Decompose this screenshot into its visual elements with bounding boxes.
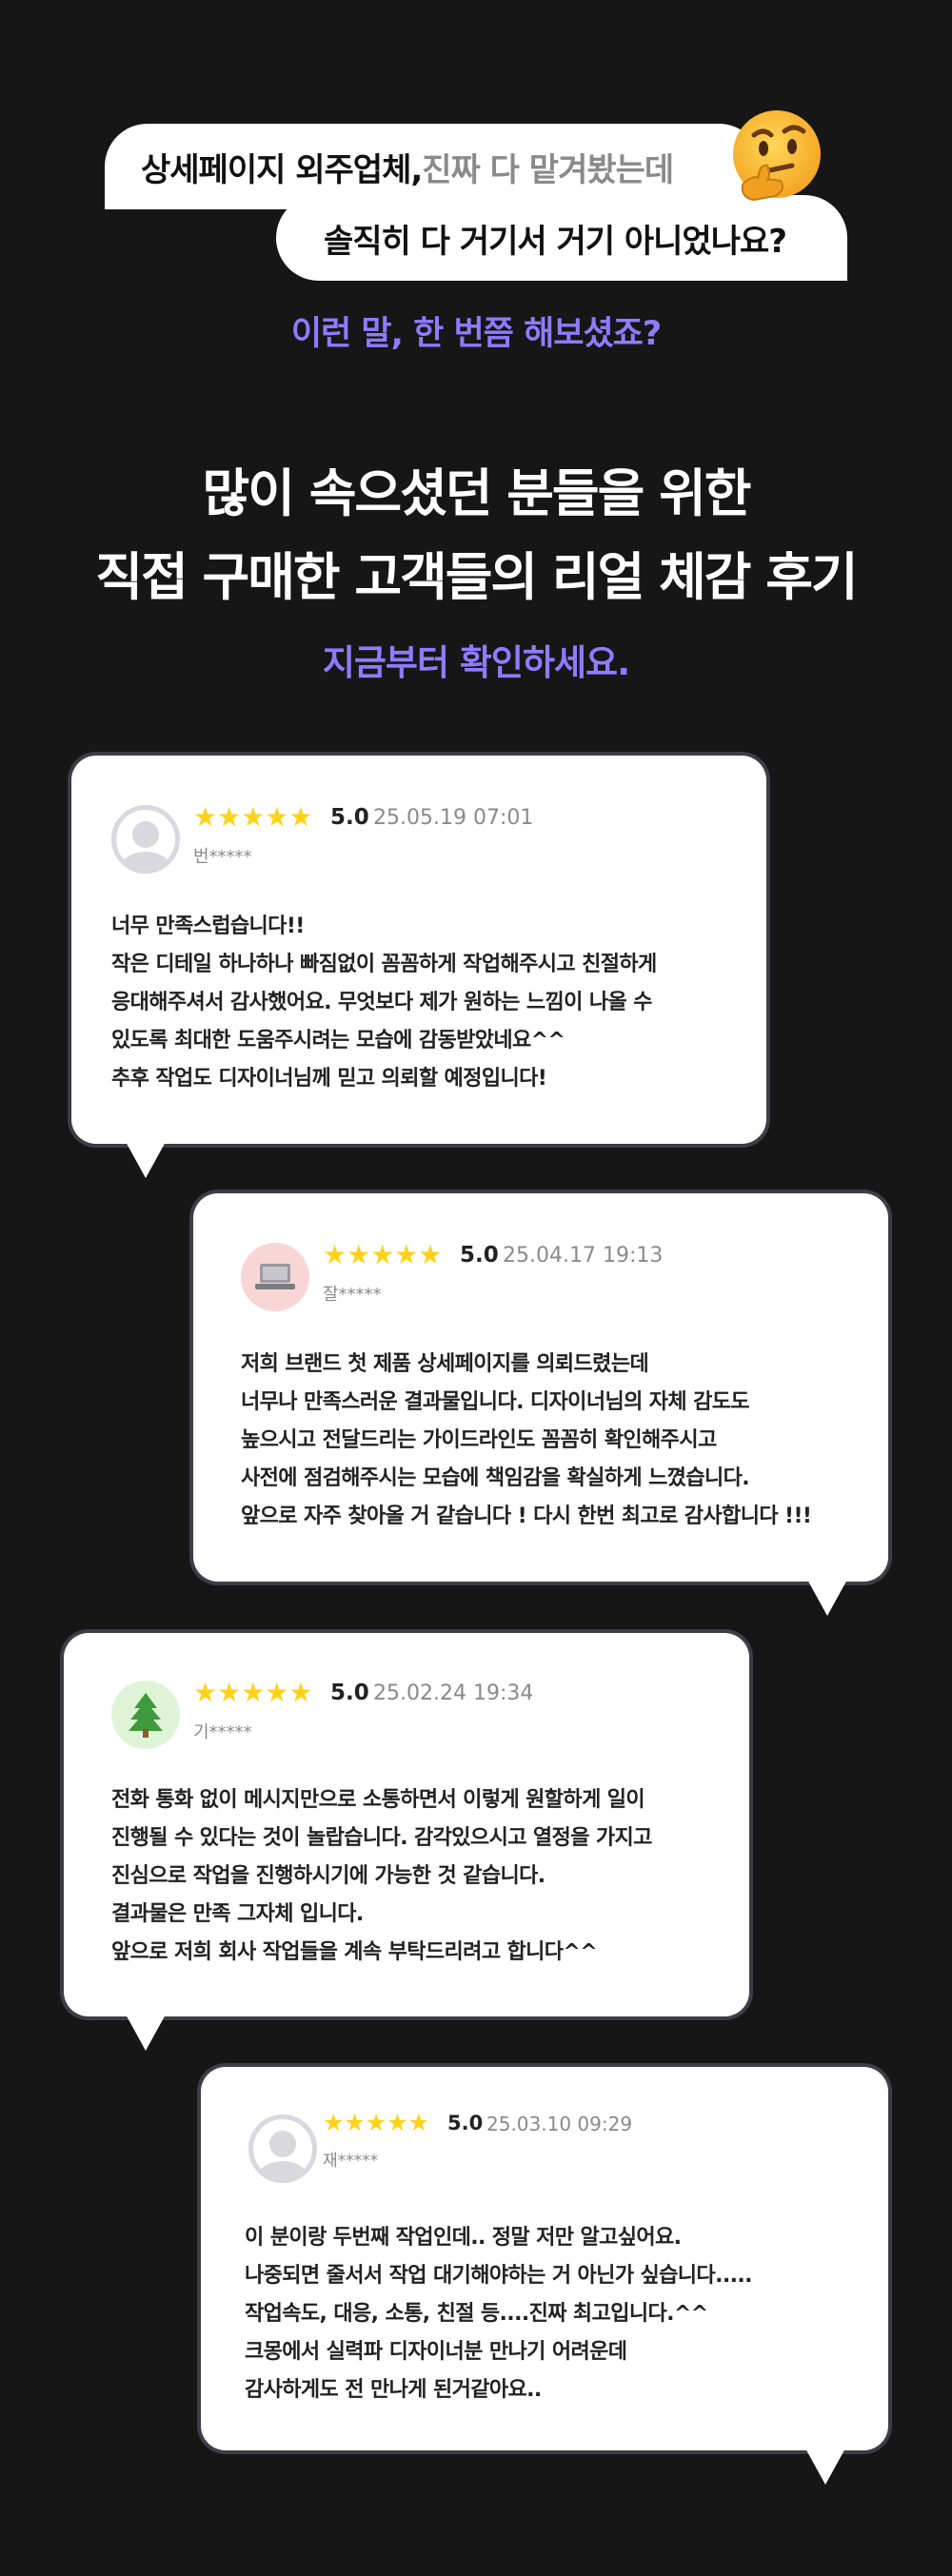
rating-score: 5.0 [447, 2112, 484, 2134]
review-card-2: ★★★★★ 5.0 25.04.17 19:13 잘***** 저희 브랜드 첫… [193, 1193, 888, 1616]
review-card-1: ★★★★★ 5.0 25.05.19 07:01 번***** 너무 만족스럽습… [71, 756, 766, 1178]
review-text: 너무 만족스럽습니다!! 작은 디테일 하나하나 빠짐없이 꼼꼼하게 작업해주시… [111, 908, 657, 1098]
rating-score: 5.0 [460, 1243, 499, 1268]
rating-score: 5.0 [330, 1681, 369, 1705]
star-rating: ★★★★★ [323, 2109, 430, 2136]
review-line: 저희 브랜드 첫 제품 상세페이지를 의뢰드렸는데 [241, 1352, 649, 1376]
review-line: 앞으로 저희 회사 작업들을 계속 부탁드리려고 합니다^^ [111, 1940, 598, 1964]
reviewer-name: 재***** [323, 2152, 379, 2171]
review-line: 너무 만족스럽습니다!! [111, 914, 305, 938]
speech-tail [125, 1140, 167, 1178]
star-rating: ★★★★★ [193, 801, 313, 833]
speech-tail [806, 1578, 848, 1616]
reviewer-name: 잘***** [323, 1285, 382, 1305]
default-avatar-icon [111, 805, 180, 874]
review-card-4: ★★★★★ 5.0 25.03.10 09:29 재***** 이 분이랑 두번… [201, 2067, 888, 2485]
review-line: 높으시고 전달드리는 가이드라인도 꼼꼼히 확인해주시고 [241, 1428, 717, 1452]
laptop-avatar-icon [241, 1243, 309, 1311]
review-line: 전화 통화 없이 메시지만으로 소통하면서 이렇게 원할하게 일이 [111, 1788, 645, 1812]
review-line: 추후 작업도 디자이너님께 믿고 의뢰할 예정입니다! [111, 1067, 547, 1091]
review-line: 앞으로 자주 찾아올 거 같습니다 ! 다시 한번 최고로 감사합니다 !!! [241, 1504, 812, 1528]
page-subtitle: 지금부터 확인하세요. [322, 642, 630, 683]
chat-bubble-first-text: 상세페이지 외주업체, [141, 150, 423, 189]
speech-tail [125, 2013, 167, 2051]
review-line: 진심으로 작업을 진행하시기에 가능한 것 같습니다. [111, 1864, 545, 1888]
star-rating: ★★★★★ [193, 1677, 313, 1708]
review-card-3: ★★★★★ 5.0 25.02.24 19:34 기***** 전화 통화 없이… [64, 1633, 749, 2051]
review-text: 저희 브랜드 첫 제품 상세페이지를 의뢰드렸는데 너무나 만족스러운 결과물입… [241, 1346, 812, 1536]
review-line: 있도록 최대한 도움주시려는 모습에 감동받았네요^^ [111, 1029, 565, 1052]
review-date: 25.02.24 19:34 [373, 1681, 534, 1705]
review-line: 나중되면 줄서서 작업 대기해야하는 거 아닌가 싶습니다..... [245, 2264, 752, 2288]
chat-bubble-second-text: 솔직히 다 거기서 거기 아니었나요? [324, 222, 787, 261]
review-line: 진행될 수 있다는 것이 놀랍습니다. 감각있으시고 열정을 가지고 [111, 1826, 652, 1850]
speech-tail [804, 2447, 846, 2485]
tree-avatar-icon [111, 1681, 180, 1749]
review-line: 크몽에서 실력파 디자이너분 만나기 어려운데 [245, 2340, 627, 2364]
review-text: 이 분이랑 두번째 작업인데.. 정말 저만 알고싶어요. 나중되면 줄서서 작… [245, 2219, 752, 2409]
review-line: 너무나 만족스러운 결과물입니다. 디자이너님의 자체 감도도 [241, 1390, 750, 1414]
page-title-line-2: 직접 구매한 고객들의 리얼 체감 후기 [95, 547, 858, 607]
review-line: 작업속도, 대응, 소통, 친절 등....진짜 최고입니다.^^ [245, 2302, 708, 2326]
review-line: 사전에 점검해주시는 모습에 책임감을 확실하게 느꼈습니다. [241, 1466, 750, 1490]
review-date: 25.03.10 09:29 [486, 2113, 633, 2135]
review-date: 25.05.19 07:01 [373, 806, 534, 830]
review-line: 결과물은 만족 그자체 입니다. [111, 1902, 364, 1926]
review-line: 이 분이랑 두번째 작업인데.. 정말 저만 알고싶어요. [245, 2226, 682, 2250]
rating-score: 5.0 [330, 805, 369, 830]
review-text: 전화 통화 없이 메시지만으로 소통하면서 이렇게 원할하게 일이 진행될 수 … [111, 1781, 652, 1972]
thinking-face-icon [725, 107, 828, 209]
review-date: 25.04.17 19:13 [503, 1244, 664, 1268]
reviewer-name: 기***** [193, 1722, 252, 1742]
default-avatar-icon [248, 2114, 317, 2183]
review-line: 응대해주셔서 감사했어요. 무엇보다 제가 원하는 느낌이 나올 수 [111, 991, 652, 1014]
reviewer-name: 번***** [193, 847, 252, 867]
page-title-line-1: 많이 속으셨던 분들을 위한 [202, 463, 752, 523]
chat-bubble-first-muted-text: 진짜 다 맡겨봤는데 [422, 150, 674, 189]
intro-question: 이런 말, 한 번쯤 해보셨죠? [290, 315, 662, 353]
star-rating: ★★★★★ [323, 1239, 443, 1270]
review-line: 감사하게도 전 만나게 된거같아요.. [245, 2378, 542, 2402]
review-line: 작은 디테일 하나하나 빠짐없이 꼼꼼하게 작업해주시고 친절하게 [111, 953, 657, 976]
